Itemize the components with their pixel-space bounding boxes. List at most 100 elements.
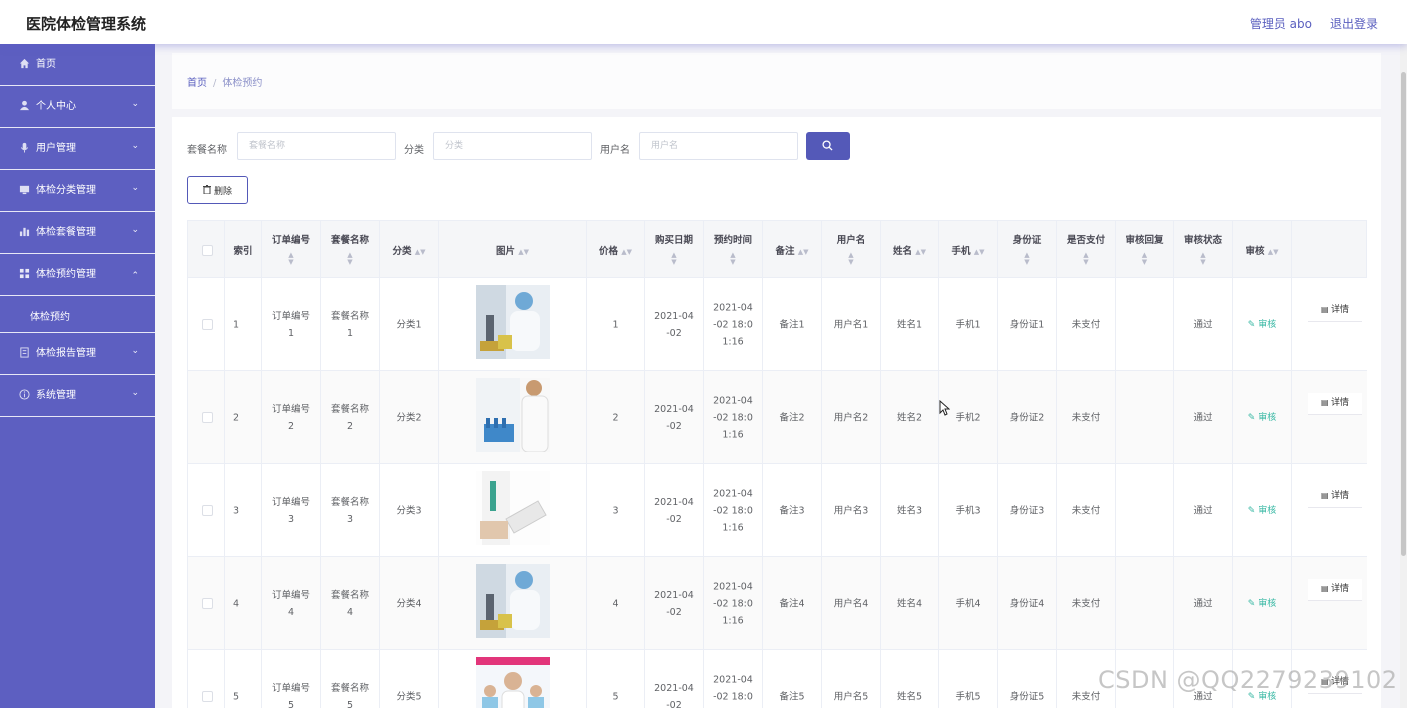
header-image[interactable]: 图片 ▲▼	[439, 221, 587, 279]
header-name[interactable]: 姓名 ▲▼	[881, 221, 939, 279]
cell-value: 备注2	[779, 412, 805, 423]
cell-value: 通过	[1193, 598, 1213, 609]
scrollbar-thumb[interactable]	[1401, 72, 1406, 556]
page-scrollbar[interactable]	[1400, 44, 1407, 708]
cell-value: 套餐名称2	[330, 403, 369, 432]
breadcrumb-home[interactable]: 首页	[187, 78, 207, 89]
table-cell-status: 通过	[1174, 557, 1233, 650]
sidebar-item-label: 首页	[36, 59, 56, 70]
sort-icon: ▲▼	[414, 248, 426, 256]
row-checkbox[interactable]	[202, 412, 213, 423]
header-label: 图片	[495, 246, 515, 257]
audit-link[interactable]: ✎ 审核	[1248, 506, 1276, 516]
table-row[interactable]: 1 订单编号1 套餐名称1 分类1 1 2021-04-02 2021-04-02 18:0…	[187, 278, 1367, 371]
table-cell-username: 用户名4	[822, 557, 881, 650]
header-appt-time[interactable]: 预约时间 ▲ ▼	[704, 221, 763, 279]
cell-value: 套餐名称5	[330, 682, 369, 708]
header-buy-date[interactable]: 购买日期 ▲ ▼	[645, 221, 704, 279]
header-phone[interactable]: 手机 ▲▼	[939, 221, 998, 279]
package-image	[476, 564, 550, 638]
sort-icon: ▲▼	[973, 248, 985, 256]
table-cell-audit: ✎ 审核	[1233, 278, 1292, 371]
detail-button[interactable]: ▤ 详情	[1308, 579, 1362, 601]
table-cell-price: 2	[587, 371, 645, 464]
header-username[interactable]: 用户名 ▲ ▼	[822, 221, 881, 279]
header-category[interactable]: 分类 ▲▼	[380, 221, 439, 279]
cell-value: 套餐名称3	[330, 496, 369, 525]
table-row[interactable]: 2 订单编号2 套餐名称2 分类2 2 2021-04-02 2021-04-02 18:0…	[187, 371, 1367, 464]
search-button[interactable]	[806, 132, 850, 160]
audit-link[interactable]: ✎ 审核	[1248, 413, 1276, 423]
row-checkbox[interactable]	[202, 505, 213, 516]
table-cell-category: 分类3	[380, 464, 439, 557]
username-input[interactable]	[639, 132, 798, 160]
header-note[interactable]: 备注 ▲▼	[763, 221, 822, 279]
detail-button[interactable]: ▤ 详情	[1308, 300, 1362, 322]
logout-link[interactable]: 退出登录	[1330, 15, 1378, 32]
sort-icon: ▲▼	[1200, 251, 1206, 266]
header-status[interactable]: 审核状态 ▲ ▼	[1174, 221, 1233, 279]
header-label: 用户名	[836, 235, 866, 246]
detail-button[interactable]: ▤ 详情	[1308, 486, 1362, 508]
microphone-icon	[18, 142, 30, 154]
header-package[interactable]: 套餐名称 ▲ ▼	[321, 221, 380, 279]
sidebar-item-profile[interactable]: 个人中心 ⌄	[0, 86, 155, 128]
sidebar-item-exam-package[interactable]: 体检套餐管理 ⌄	[0, 212, 155, 254]
table-cell-detail: ▤ 详情	[1292, 278, 1367, 371]
row-checkbox[interactable]	[202, 691, 213, 702]
row-checkbox[interactable]	[202, 319, 213, 330]
delete-button[interactable]: 删除	[187, 176, 248, 204]
trash-icon	[202, 184, 211, 196]
sidebar-item-exam-category[interactable]: 体检分类管理 ⌄	[0, 170, 155, 212]
breadcrumb: 首页 / 体检预约	[187, 74, 262, 89]
cell-value: 2	[233, 412, 240, 423]
cell-value: 2021-04-02	[654, 310, 694, 339]
cell-value: 套餐名称1	[330, 310, 369, 339]
audit-link[interactable]: ✎ 审核	[1248, 320, 1276, 330]
sidebar-item-home[interactable]: 首页	[0, 44, 155, 86]
category-input[interactable]	[433, 132, 592, 160]
cell-value: 姓名3	[896, 505, 923, 516]
sidebar-item-appointment[interactable]: 体检预约管理 ⌃	[0, 254, 155, 296]
sidebar-item-system[interactable]: 系统管理 ⌄	[0, 375, 155, 417]
table-row[interactable]: 4 订单编号4 套餐名称4 分类4 4 2021-04-02 2021-04-02 18:0…	[187, 557, 1367, 650]
cell-value: 备注5	[779, 691, 805, 702]
table-cell-order-no: 订单编号1	[262, 278, 321, 371]
audit-link[interactable]: ✎ 审核	[1248, 599, 1276, 609]
header-label: 身份证	[1012, 235, 1042, 246]
bar-chart-icon	[18, 226, 30, 238]
cell-value: 备注1	[779, 319, 805, 330]
cell-value: 姓名1	[896, 319, 923, 330]
cell-value: 2021-04-02	[654, 589, 694, 618]
header-price[interactable]: 价格 ▲▼	[587, 221, 645, 279]
row-checkbox[interactable]	[202, 598, 213, 609]
header-order-no[interactable]: 订单编号 ▲ ▼	[262, 221, 321, 279]
sidebar-item-label: 体检分类管理	[36, 185, 96, 196]
select-all-checkbox[interactable]	[202, 245, 213, 256]
package-name-input[interactable]	[237, 132, 396, 160]
table-row[interactable]: 3 订单编号3 套餐名称3 分类3 3 2021-04-02 2021-04-02 18:0…	[187, 464, 1367, 557]
table-cell-note: 备注1	[763, 278, 822, 371]
header-audit[interactable]: 审核 ▲▼	[1233, 221, 1292, 279]
sidebar-item-users[interactable]: 用户管理 ⌄	[0, 128, 155, 170]
sidebar-item-report[interactable]: 体检报告管理 ⌄	[0, 333, 155, 375]
header-index[interactable]: 索引	[225, 221, 262, 279]
sidebar-subitem-appointment[interactable]: 体检预约	[0, 296, 155, 333]
table-cell-buy-date: 2021-04-02	[645, 278, 704, 371]
header-id-card[interactable]: 身份证 ▲ ▼	[998, 221, 1057, 279]
chevron-down-icon: ⌄	[131, 346, 139, 356]
header-label: 索引	[233, 246, 253, 257]
table-cell	[188, 557, 225, 650]
header-paid[interactable]: 是否支付 ▲ ▼	[1057, 221, 1116, 279]
header-reply[interactable]: 审核回复 ▲ ▼	[1116, 221, 1174, 279]
table-cell-package: 套餐名称3	[321, 464, 380, 557]
cell-value: 分类5	[396, 691, 422, 702]
detail-button[interactable]: ▤ 详情	[1308, 393, 1362, 415]
edit-icon: ✎	[1247, 319, 1259, 330]
table-cell-order-no: 订单编号4	[262, 557, 321, 650]
header-label: 分类	[392, 246, 412, 257]
table-cell-appt-time: 2021-04-02 18:01:16	[704, 278, 763, 371]
cell-value: 手机4	[955, 598, 981, 609]
table-cell-reply	[1116, 371, 1174, 464]
user-icon	[18, 100, 30, 112]
